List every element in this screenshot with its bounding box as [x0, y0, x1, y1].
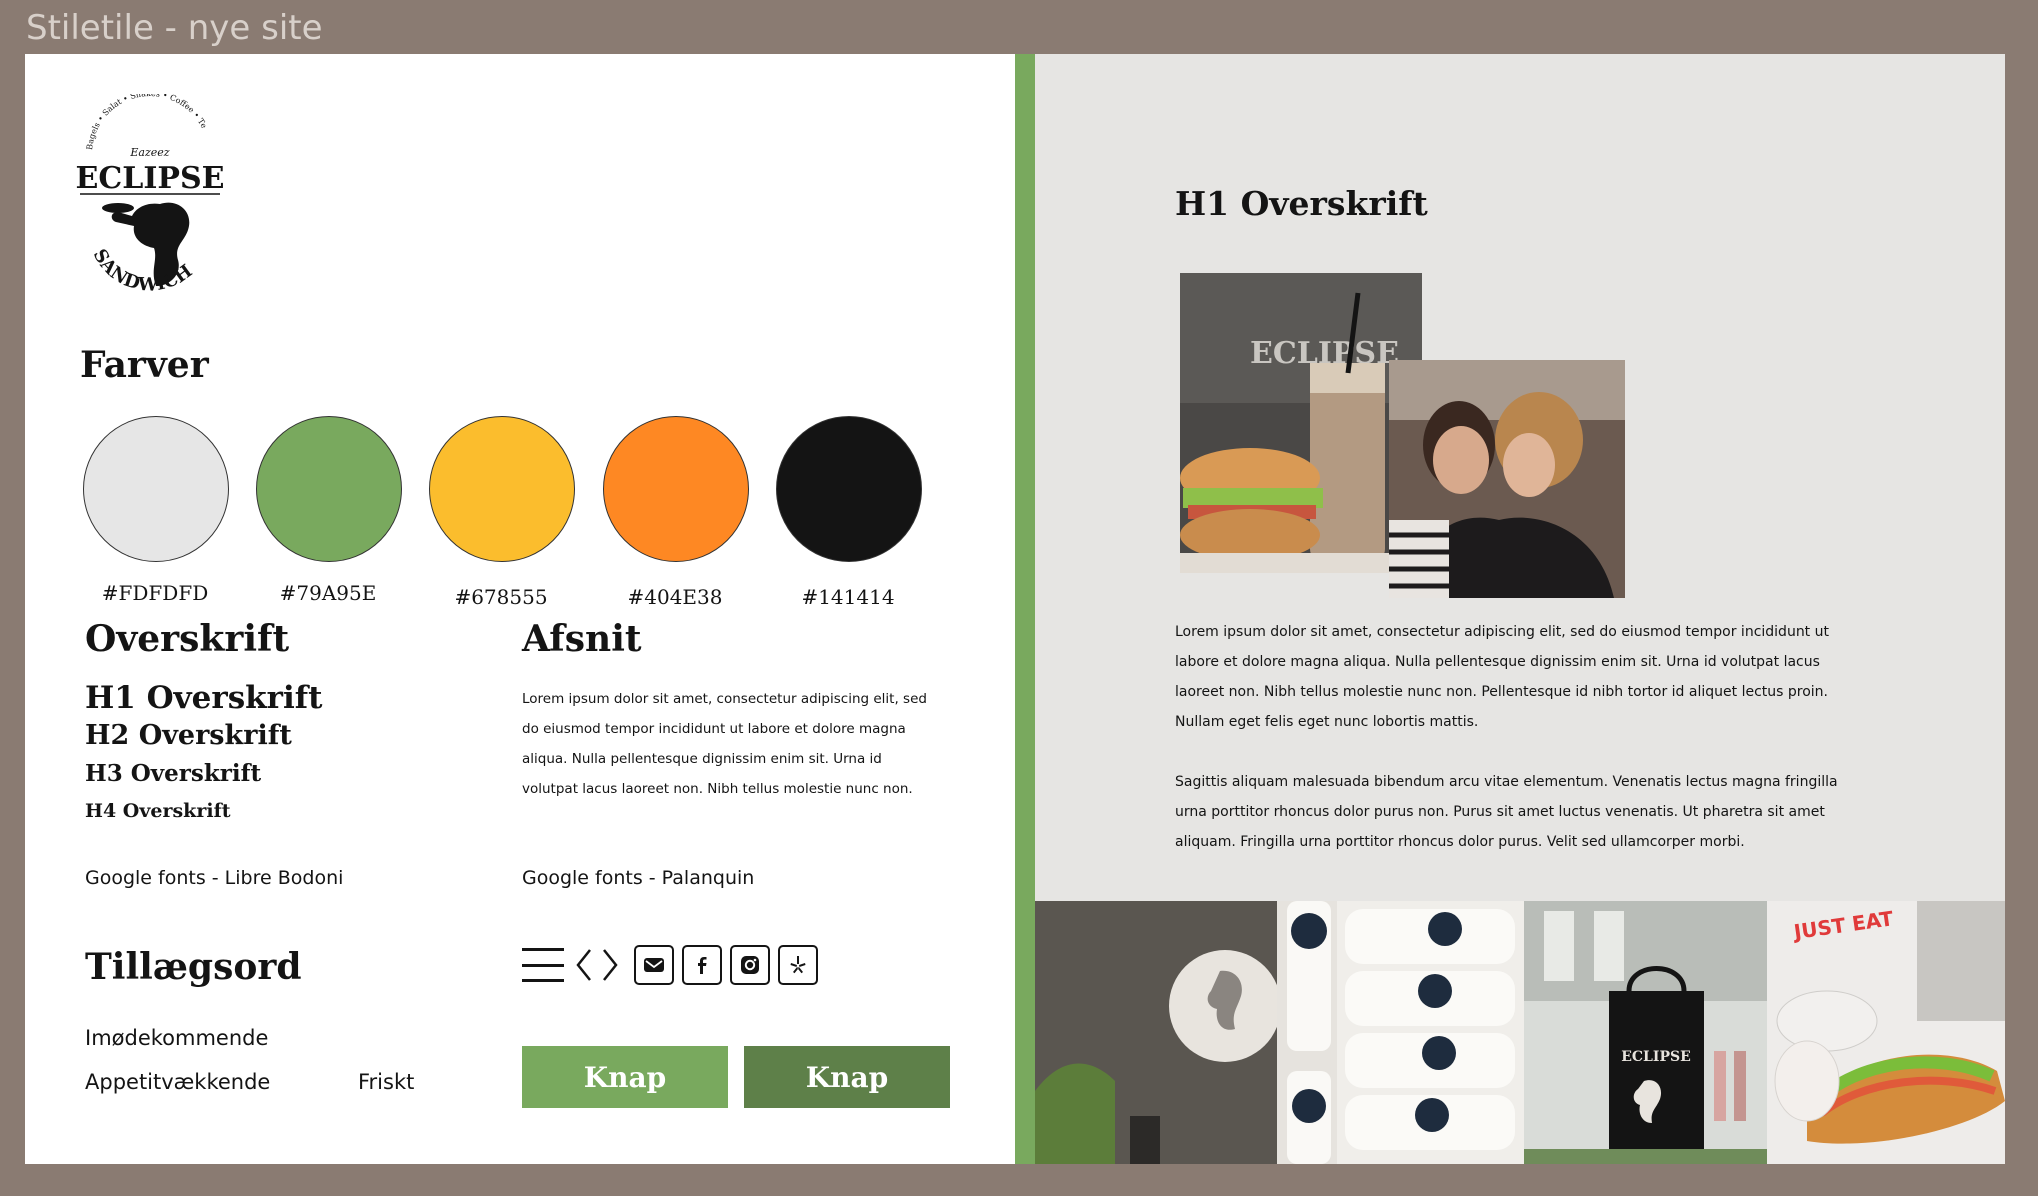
- heading-section-title: Overskrift: [85, 618, 290, 660]
- paragraph-section-title: Afsnit: [522, 618, 642, 660]
- color-swatch-black: [776, 416, 922, 562]
- frame-title: Stiletile - nye site: [26, 8, 323, 48]
- eclipse-logo: Bagels • Salat • Shakes • Coffee • Te Ea…: [76, 94, 225, 296]
- style-guide-panel: Bagels • Salat • Shakes • Coffee • Te Ea…: [25, 54, 1015, 1164]
- instagram-icon[interactable]: [730, 945, 770, 985]
- style-tile-board: Bagels • Salat • Shakes • Coffee • Te Ea…: [25, 54, 2005, 1164]
- color-hex-label: #141414: [801, 585, 895, 609]
- svg-text:ECLIPSE: ECLIPSE: [1621, 1049, 1691, 1065]
- color-hex-label: #79A95E: [279, 581, 377, 605]
- wrapped-sandwiches-photo: [1277, 901, 1524, 1164]
- svg-text:Eazeez: Eazeez: [129, 146, 169, 159]
- color-swatch-green: [256, 416, 402, 562]
- panel-divider: [1015, 54, 1035, 1164]
- h3-sample: H3 Overskrift: [85, 760, 262, 787]
- people-photo: [1389, 360, 1625, 598]
- primary-button[interactable]: Knap: [522, 1046, 728, 1108]
- heading-font-note: Google fonts - Libre Bodoni: [85, 867, 344, 889]
- adjective-word: Appetitvækkende: [85, 1070, 271, 1094]
- color-hex-label: #678555: [454, 585, 548, 609]
- mail-icon[interactable]: [634, 945, 674, 985]
- preview-paragraph-1: Lorem ipsum dolor sit amet, consectetur …: [1175, 624, 1829, 730]
- svg-text:SANDWICH: SANDWICH: [89, 246, 197, 296]
- adjective-word: Friskt: [358, 1070, 415, 1094]
- chevron-left-icon[interactable]: [574, 947, 594, 983]
- paragraph-sample: Lorem ipsum dolor sit amet, consectetur …: [522, 691, 927, 797]
- facebook-icon[interactable]: [682, 945, 722, 985]
- color-swatch-light: [83, 416, 229, 562]
- color-swatch-orange: [603, 416, 749, 562]
- shop-wall-photo: [1035, 901, 1277, 1164]
- preview-h1: H1 Overskrift: [1175, 184, 1428, 223]
- yelp-icon[interactable]: [778, 945, 818, 985]
- svg-text:ECLIPSE: ECLIPSE: [76, 161, 225, 196]
- h2-sample: H2 Overskrift: [85, 720, 292, 751]
- color-swatch-yellow: [429, 416, 575, 562]
- h1-sample: H1 Overskrift: [85, 680, 323, 716]
- adjectives-heading: Tillægsord: [85, 946, 302, 988]
- adjective-word: Imødekommende: [85, 1026, 269, 1050]
- svg-text:Bagels • Salat • Shakes • Coff: Bagels • Salat • Shakes • Coffee • Te: [85, 94, 209, 150]
- chevron-right-icon[interactable]: [600, 947, 620, 983]
- shop-bag-photo: ECLIPSE: [1524, 901, 1767, 1164]
- color-hex-label: #404E38: [627, 585, 723, 609]
- colors-heading: Farver: [80, 344, 209, 386]
- icon-set: [522, 944, 818, 986]
- h4-sample: H4 Overskrift: [85, 800, 231, 822]
- sandwich-making-photo: JUST EAT: [1767, 901, 2005, 1164]
- color-hex-label: #FDFDFD: [101, 581, 209, 605]
- secondary-button[interactable]: Knap: [744, 1046, 950, 1108]
- preview-paragraph-2: Sagittis aliquam malesuada bibendum arcu…: [1175, 774, 1838, 850]
- menu-icon[interactable]: [522, 948, 564, 982]
- burger-coffee-photo: ECLIPSE: [1180, 273, 1422, 573]
- paragraph-font-note: Google fonts - Palanquin: [522, 867, 755, 889]
- photo-strip: ECLIPSE JUST EAT: [1035, 901, 2005, 1164]
- page-preview-panel: H1 Overskrift ECLIPSE Lorem ipsum dolor …: [1035, 54, 2005, 1164]
